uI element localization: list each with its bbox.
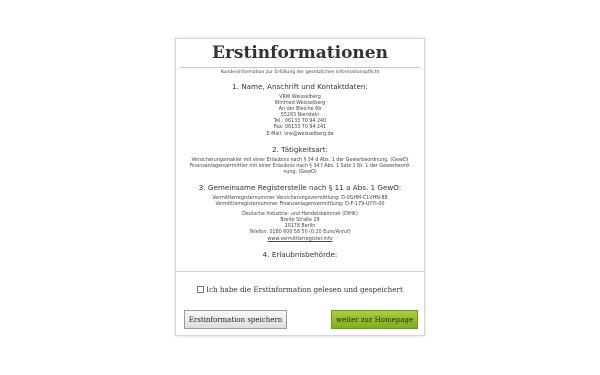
section-heading-activity: 2. Tätigkeitsart: (272, 144, 328, 154)
activity-line: Finanzanlagenvermittler mit einer Erlaub… (189, 163, 411, 169)
section-heading-register: 3. Gemeinsame Registerstelle nach § 11 a… (198, 182, 402, 192)
register-block: Vermittlerregisternummer Versicherungsve… (178, 196, 422, 208)
intro-text: Kundeninformation zur Erfüllung der gese… (220, 70, 380, 75)
section-heading-authority: 4. Erlaubnisbehörde: (262, 249, 338, 259)
dialog-title: Erstinformationen (212, 43, 388, 63)
info-scroll-area[interactable]: Kundeninformation zur Erfüllung der gese… (178, 65, 422, 270)
activity-line: nung. (GewO) (283, 169, 317, 175)
contact-block: VRW Weisselberg Winfried Weisselberg An … (178, 95, 422, 138)
content-divider (176, 271, 424, 272)
save-info-button[interactable]: Erstinformation speichern (184, 310, 287, 329)
section-heading-contact: 1. Name, Anschrift und Kontaktdaten: (232, 82, 368, 91)
contact-line: E-Mail: vrw@weisselberg.de (266, 131, 334, 137)
consent-checkbox[interactable] (197, 285, 205, 293)
erstinformation-dialog: Erstinformationen Kundeninformation zur … (175, 38, 425, 336)
register-link[interactable]: www.vermittlerregister.info (267, 237, 332, 242)
consent-row[interactable]: Ich habe die Erstinformation gelesen und… (176, 285, 424, 294)
activity-block: Versicherungsmakler mit einer Erlaubnis … (178, 158, 422, 176)
register-line: Vermittlerregisternummer Finanzanlagenve… (215, 202, 385, 208)
consent-label[interactable]: Ich habe die Erstinformation gelesen und… (206, 285, 403, 294)
activity-line: Versicherungsmakler mit einer Erlaubnis … (191, 157, 409, 163)
continue-homepage-button[interactable]: weiter zur Homepage (331, 310, 418, 329)
register-address-block: Deutsche Industrie- und Handelskammer (D… (178, 212, 422, 242)
